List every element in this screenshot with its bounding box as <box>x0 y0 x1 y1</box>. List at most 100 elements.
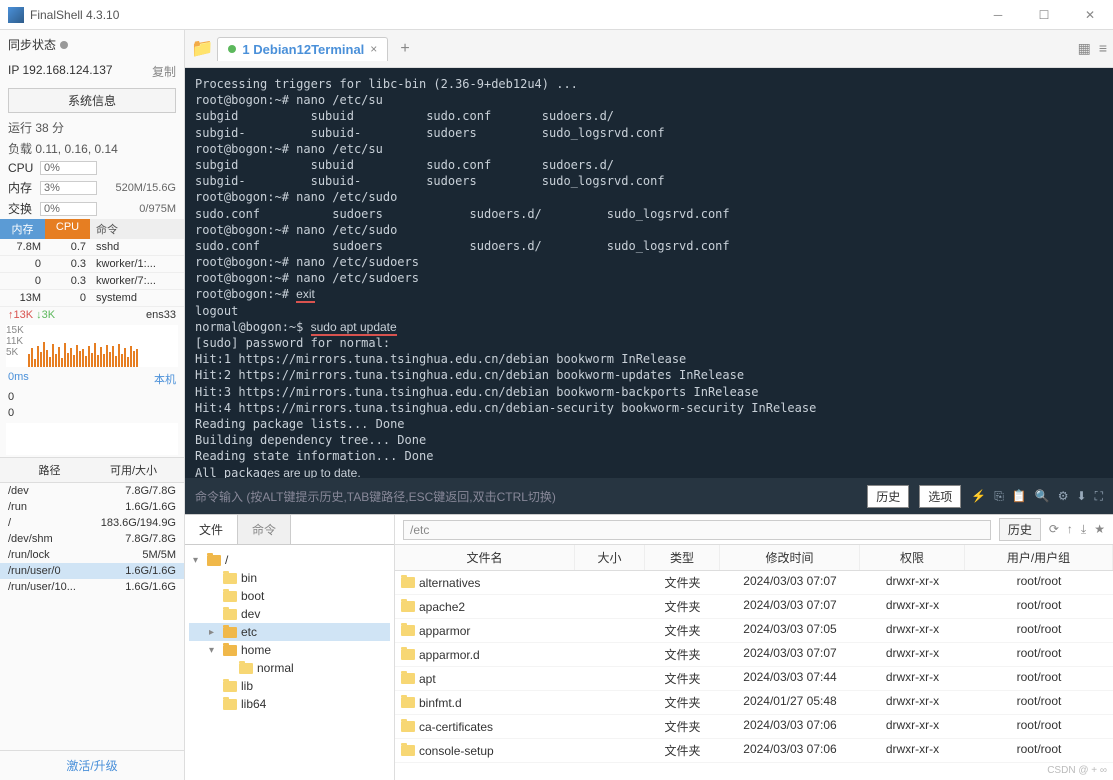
paste-icon[interactable]: 📋 <box>1012 489 1027 504</box>
tab-files[interactable]: 文件 <box>185 515 238 544</box>
proc-header-cpu[interactable]: CPU <box>45 219 90 239</box>
folder-icon <box>401 673 415 684</box>
proc-header-cmd[interactable]: 命令 <box>90 219 184 239</box>
disk-row[interactable]: /run/lock5M/5M <box>0 547 184 563</box>
tab-terminal[interactable]: 1 Debian12Terminal × <box>217 37 388 61</box>
ip-value: 192.168.124.137 <box>22 63 112 77</box>
disk-row[interactable]: /run1.6G/1.6G <box>0 499 184 515</box>
folder-icon <box>223 681 237 692</box>
activate-button[interactable]: 激活/升级 <box>0 750 184 780</box>
tab-close-icon[interactable]: × <box>370 42 377 56</box>
disk-row[interactable]: /run/user/10...1.6G/1.6G <box>0 579 184 595</box>
net-up: ↑13K <box>8 309 33 321</box>
bookmark-icon[interactable]: ★ <box>1094 522 1105 537</box>
path-history-button[interactable]: 历史 <box>999 518 1041 541</box>
file-header-name[interactable]: 文件名 <box>395 545 575 570</box>
settings-icon[interactable]: ⚙ <box>1058 489 1069 504</box>
up-icon[interactable]: ↑ <box>1067 522 1073 537</box>
file-header-perm[interactable]: 权限 <box>860 545 965 570</box>
tree-item[interactable]: bin <box>189 569 390 587</box>
tree-item[interactable]: normal <box>189 659 390 677</box>
folder-icon <box>223 609 237 620</box>
tree-item[interactable]: dev <box>189 605 390 623</box>
maximize-button[interactable]: ☐ <box>1029 8 1059 22</box>
process-row[interactable]: 00.3kworker/7:... <box>0 273 184 290</box>
system-info-button[interactable]: 系统信息 <box>8 88 176 113</box>
disk-row[interactable]: /183.6G/194.9G <box>0 515 184 531</box>
copy-button[interactable]: 复制 <box>152 63 176 80</box>
folder-icon <box>401 697 415 708</box>
proc-header-mem[interactable]: 内存 <box>0 219 45 239</box>
folder-icon <box>223 699 237 710</box>
minimize-button[interactable]: ─ <box>983 8 1013 22</box>
sidebar: 同步状态 IP 192.168.124.137 复制 系统信息 运行 38 分 … <box>0 30 185 780</box>
file-row[interactable]: console-setup文件夹2024/03/03 07:06drwxr-xr… <box>395 739 1113 763</box>
directory-tree[interactable]: ▾/binbootdev▸etc▾homenormalliblib64 <box>185 545 394 780</box>
tree-item[interactable]: boot <box>189 587 390 605</box>
folder-icon <box>401 745 415 756</box>
net-down: ↓3K <box>36 309 55 321</box>
disk-row[interactable]: /run/user/01.6G/1.6G <box>0 563 184 579</box>
refresh-icon[interactable]: ⟳ <box>1049 522 1059 537</box>
file-list-panel: 历史 ⟳ ↑ ⤓ ★ 文件名 大小 类型 修改时间 权限 用户/用户组 <box>395 515 1113 780</box>
options-button[interactable]: 选项 <box>919 485 961 508</box>
folder-icon <box>223 627 237 638</box>
disk-row[interactable]: /dev/shm7.8G/7.8G <box>0 531 184 547</box>
load: 负载 0.11, 0.16, 0.14 <box>0 138 184 159</box>
ip-label: IP <box>8 63 19 77</box>
file-header-user[interactable]: 用户/用户组 <box>965 545 1113 570</box>
disk-row[interactable]: /dev7.8G/7.8G <box>0 483 184 499</box>
uptime: 运行 38 分 <box>0 117 184 138</box>
resource-row: CPU0% <box>0 159 184 177</box>
download-icon[interactable]: ⬇ <box>1077 489 1087 504</box>
tree-item[interactable]: lib64 <box>189 695 390 713</box>
resource-row: 交换0%0/975M <box>0 198 184 219</box>
file-row[interactable]: apt文件夹2024/03/03 07:44drwxr-xr-xroot/roo… <box>395 667 1113 691</box>
history-button[interactable]: 历史 <box>867 485 909 508</box>
path-bar: 历史 ⟳ ↑ ⤓ ★ <box>395 515 1113 545</box>
file-header-size[interactable]: 大小 <box>575 545 645 570</box>
path-input[interactable] <box>403 520 991 540</box>
close-button[interactable]: ✕ <box>1075 8 1105 22</box>
tree-item[interactable]: ▾home <box>189 641 390 659</box>
bolt-icon[interactable]: ⚡ <box>971 489 986 504</box>
sync-dot-icon <box>60 41 68 49</box>
process-row[interactable]: 13M0systemd <box>0 290 184 307</box>
file-row[interactable]: ca-certificates文件夹2024/03/03 07:06drwxr-… <box>395 715 1113 739</box>
file-row[interactable]: apache2文件夹2024/03/03 07:07drwxr-xr-xroot… <box>395 595 1113 619</box>
resource-row: 内存3%520M/15.6G <box>0 177 184 198</box>
folder-icon <box>401 649 415 660</box>
folder-icon <box>401 601 415 612</box>
bottom-panel: 文件 命令 ▾/binbootdev▸etc▾homenormalliblib6… <box>185 514 1113 780</box>
titlebar: FinalShell 4.3.10 ─ ☐ ✕ <box>0 0 1113 30</box>
tree-item[interactable]: lib <box>189 677 390 695</box>
disk-header-path[interactable]: 路径 <box>8 462 91 478</box>
disk-header-size[interactable]: 可用/大小 <box>91 462 176 478</box>
search-icon[interactable]: 🔍 <box>1035 489 1050 504</box>
file-row[interactable]: apparmor文件夹2024/03/03 07:05drwxr-xr-xroo… <box>395 619 1113 643</box>
file-row[interactable]: binfmt.d文件夹2024/01/27 05:48drwxr-xr-xroo… <box>395 691 1113 715</box>
process-row[interactable]: 7.8M0.7sshd <box>0 239 184 256</box>
list-view-icon[interactable]: ≡ <box>1099 40 1107 57</box>
grid-view-icon[interactable]: ▦ <box>1078 40 1091 57</box>
tree-item[interactable]: ▸etc <box>189 623 390 641</box>
network-graph: 15K11K5K <box>6 325 178 367</box>
file-row[interactable]: alternatives文件夹2024/03/03 07:07drwxr-xr-… <box>395 571 1113 595</box>
expand-icon[interactable]: ⛶ <box>1095 489 1103 504</box>
file-header-type[interactable]: 类型 <box>645 545 720 570</box>
file-header-mod[interactable]: 修改时间 <box>720 545 860 570</box>
command-hint[interactable]: 命令输入 (按ALT键提示历史,TAB键路径,ESC键返回,双击CTRL切换) <box>195 488 857 505</box>
folder-icon <box>401 721 415 732</box>
tab-bar: 📁 1 Debian12Terminal × + ▦ ≡ <box>185 30 1113 68</box>
upload-icon[interactable]: ⤓ <box>1081 522 1086 537</box>
file-row[interactable]: apparmor.d文件夹2024/03/03 07:07drwxr-xr-xr… <box>395 643 1113 667</box>
process-row[interactable]: 00.3kworker/1:... <box>0 256 184 273</box>
folder-icon[interactable]: 📁 <box>191 38 213 59</box>
new-tab-button[interactable]: + <box>392 36 417 62</box>
tab-commands[interactable]: 命令 <box>238 515 291 544</box>
copy-icon[interactable]: ⎘ <box>994 489 1004 504</box>
terminal[interactable]: Processing triggers for libc-bin (2.36-9… <box>185 68 1113 478</box>
folder-icon <box>223 645 237 656</box>
tree-item[interactable]: ▾/ <box>189 551 390 569</box>
latency-ms: 0ms <box>8 371 29 387</box>
